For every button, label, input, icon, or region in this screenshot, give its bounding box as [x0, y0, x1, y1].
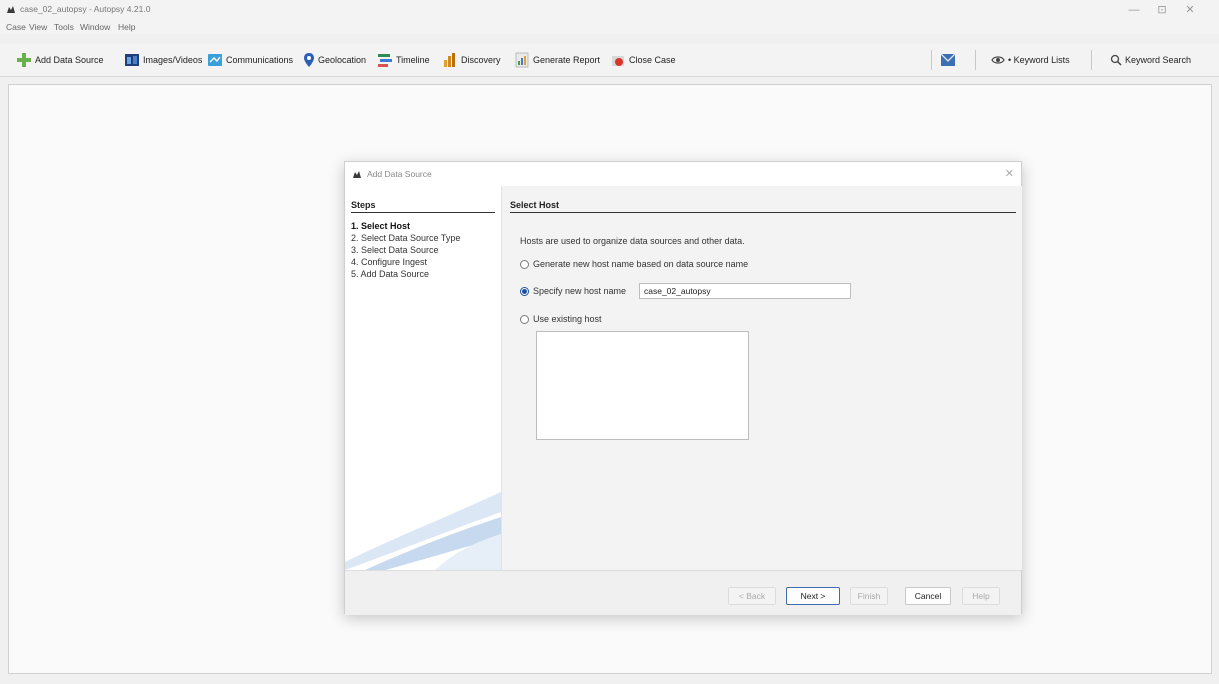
communications-icon	[208, 54, 222, 66]
step-configure-ingest: 4. Configure Ingest	[351, 257, 428, 267]
menu-view[interactable]: View	[29, 20, 47, 34]
autopsy-logo-icon	[353, 171, 361, 178]
menu-tools[interactable]: Tools	[54, 20, 74, 34]
step-select-data-source: 3. Select Data Source	[351, 245, 439, 255]
timeline-label: Timeline	[396, 55, 430, 65]
option-generate-label: Generate new host name based on data sou…	[533, 259, 749, 269]
toolbar-separator	[975, 50, 976, 70]
radio-specify[interactable]	[520, 286, 529, 296]
window-title: case_02_autopsy - Autopsy 4.21.0	[20, 4, 151, 14]
option-specify-label: Specify new host name	[533, 286, 627, 296]
content-header: Select Host	[510, 200, 560, 210]
option-existing-label: Use existing host	[533, 314, 602, 324]
discovery-button[interactable]: Discovery	[442, 51, 501, 69]
close-window-button[interactable]: ✕	[1177, 2, 1203, 18]
cancel-button[interactable]: Cancel	[905, 587, 951, 605]
radio-existing[interactable]	[520, 314, 529, 324]
maximize-button[interactable]: ⊡	[1149, 2, 1175, 18]
communications-label: Communications	[226, 55, 294, 65]
discovery-label: Discovery	[461, 55, 501, 65]
dialog-footer: < Back Next > Finish Cancel Help	[345, 570, 1021, 615]
step-select-data-source-type: 2. Select Data Source Type	[351, 233, 461, 243]
keyword-search-button[interactable]: Keyword Search	[1110, 51, 1191, 69]
images-videos-button[interactable]: Images/Videos	[124, 51, 202, 69]
close-case-icon	[612, 56, 624, 66]
steps-panel: Steps 1. Select Host 2. Select Data Sour…	[345, 186, 502, 570]
images-videos-label: Images/Videos	[143, 55, 203, 65]
keyword-lists-label: • Keyword Lists	[1008, 55, 1070, 65]
dialog-title-bar: Add Data Source ✕	[345, 162, 1021, 186]
geolocation-button[interactable]: Geolocation	[303, 51, 366, 69]
add-data-source-dialog: Add Data Source ✕ Steps 1. Select Host 2…	[344, 161, 1022, 615]
add-data-source-label: Add Data Source	[35, 55, 104, 65]
menu-window[interactable]: Window	[80, 20, 110, 34]
generate-report-button[interactable]: Generate Report	[514, 51, 600, 69]
envelope-icon	[940, 53, 956, 66]
help-button[interactable]: Help	[962, 587, 1000, 605]
autopsy-logo-icon	[7, 6, 15, 13]
dialog-title: Add Data Source	[367, 169, 432, 179]
toolbar-separator	[931, 50, 932, 70]
communications-button[interactable]: Communications	[207, 51, 293, 69]
images-videos-icon	[125, 54, 139, 66]
timeline-icon	[378, 54, 392, 67]
option-use-existing-host[interactable]: Use existing host	[520, 314, 602, 324]
next-button[interactable]: Next >	[786, 587, 840, 605]
radio-generate[interactable]	[520, 259, 529, 269]
finish-button[interactable]: Finish	[850, 587, 888, 605]
map-pin-icon	[304, 53, 314, 67]
existing-host-list[interactable]	[536, 331, 749, 440]
option-generate-host-name[interactable]: Generate new host name based on data sou…	[520, 259, 748, 269]
add-data-source-button[interactable]: Add Data Source	[16, 51, 104, 69]
host-name-input[interactable]	[639, 283, 851, 299]
menu-bar: Case View Tools Window Help	[0, 20, 1219, 34]
eye-icon	[991, 56, 1005, 64]
menu-case[interactable]: Case	[6, 20, 26, 34]
title-bar: case_02_autopsy - Autopsy 4.21.0 — ⊡ ✕	[0, 0, 1219, 20]
main-toolbar: Add Data Source Images/Videos Communicat…	[0, 44, 1219, 77]
close-case-label: Close Case	[629, 55, 676, 65]
plus-icon	[17, 53, 31, 67]
keyword-search-label: Keyword Search	[1125, 55, 1192, 65]
dialog-close-icon[interactable]: ✕	[1005, 167, 1014, 180]
back-button[interactable]: < Back	[728, 587, 776, 605]
content-panel: Select Host Hosts are used to organize d…	[502, 186, 1022, 570]
toolbar-separator	[1091, 50, 1092, 70]
steps-divider	[351, 212, 495, 213]
geolocation-label: Geolocation	[318, 55, 367, 65]
step-select-host: 1. Select Host	[351, 221, 411, 231]
discovery-icon	[444, 53, 455, 67]
decorative-swoosh-graphic	[345, 492, 501, 570]
generate-report-label: Generate Report	[533, 55, 601, 65]
step-add-data-source: 5. Add Data Source	[351, 269, 430, 279]
option-specify-host-name[interactable]: Specify new host name	[520, 286, 626, 296]
close-case-button[interactable]: Close Case	[610, 51, 676, 69]
steps-header: Steps	[351, 200, 376, 210]
intro-text: Hosts are used to organize data sources …	[520, 236, 745, 246]
message-button[interactable]	[940, 51, 959, 69]
report-icon	[515, 52, 529, 68]
menu-help[interactable]: Help	[118, 20, 135, 34]
keyword-lists-button[interactable]: • Keyword Lists	[991, 51, 1070, 69]
timeline-button[interactable]: Timeline	[377, 51, 430, 69]
minimize-button[interactable]: —	[1121, 2, 1147, 18]
content-divider	[510, 212, 1016, 213]
search-icon	[1110, 54, 1122, 66]
